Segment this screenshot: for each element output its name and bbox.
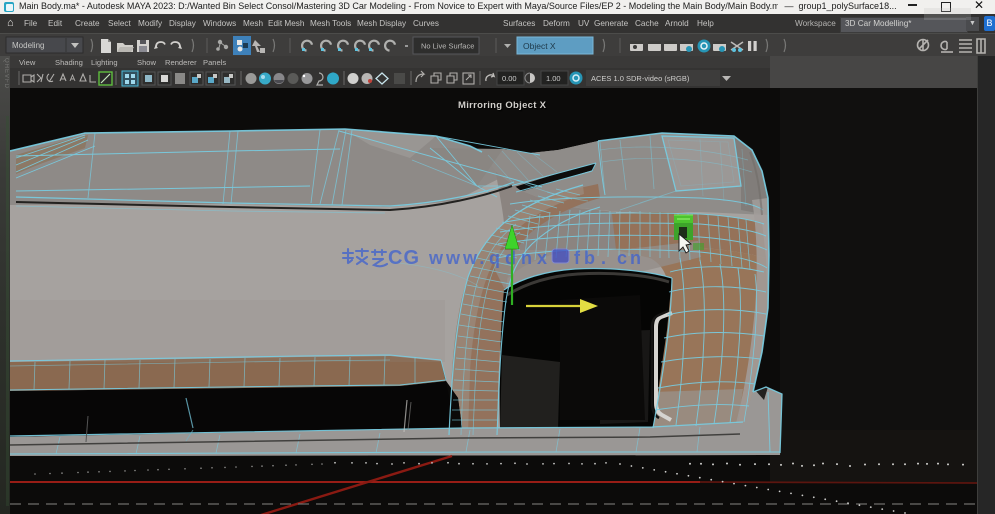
svg-text:fb: fb bbox=[574, 248, 599, 268]
svg-text:www.: www. bbox=[428, 248, 487, 268]
svg-text:Modeling: Modeling bbox=[12, 41, 44, 50]
svg-text:ACES 1.0 SDR-video (sRGB): ACES 1.0 SDR-video (sRGB) bbox=[591, 74, 690, 83]
svg-text:cn: cn bbox=[617, 248, 644, 268]
svg-text:0.00: 0.00 bbox=[502, 74, 517, 83]
svg-text:No Live Surface: No Live Surface bbox=[421, 42, 474, 51]
svg-text:Object X: Object X bbox=[523, 41, 556, 51]
svg-text:CG: CG bbox=[388, 247, 420, 269]
svg-text:1.00: 1.00 bbox=[546, 74, 561, 83]
svg-text:.: . bbox=[601, 248, 606, 268]
svg-text:qdnx: qdnx bbox=[489, 248, 552, 268]
